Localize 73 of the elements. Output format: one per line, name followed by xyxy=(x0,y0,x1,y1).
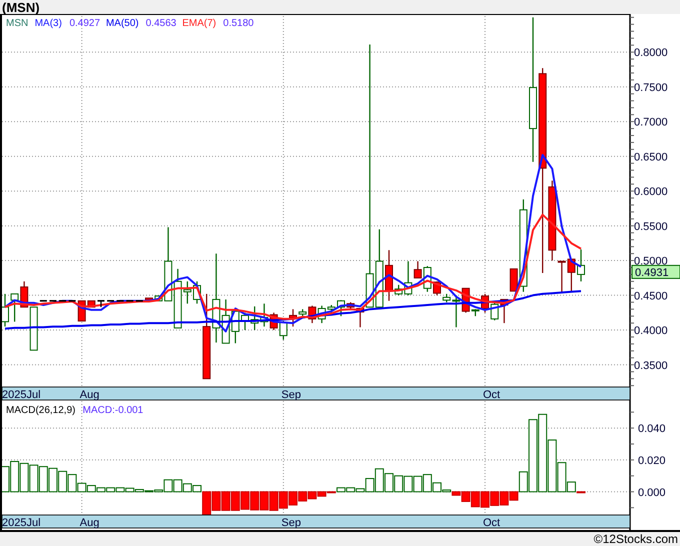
axis-label: 0.020 xyxy=(638,454,666,467)
histogram-bar xyxy=(490,491,500,506)
histogram-bar xyxy=(278,491,288,509)
candlestick xyxy=(270,312,278,330)
histogram-bar xyxy=(48,468,58,492)
legend-value: 0.5180 xyxy=(223,18,254,29)
histogram-bar xyxy=(288,491,298,506)
axis-label: 0.4500 xyxy=(634,290,668,302)
axis-label: 0.3500 xyxy=(634,360,668,372)
legend-label: MA(3) xyxy=(34,18,62,29)
histogram-bar xyxy=(173,479,182,492)
axis-label: Oct xyxy=(483,517,500,529)
candlestick xyxy=(500,298,508,324)
histogram-bar xyxy=(269,491,278,511)
legend-value: MACD:-0.001 xyxy=(82,405,144,416)
axis-label: Sep xyxy=(281,389,301,401)
histogram-bar xyxy=(10,461,20,492)
candlestick xyxy=(385,250,393,301)
axis-label: Aug xyxy=(80,389,100,401)
candlestick xyxy=(279,321,288,340)
candlestick xyxy=(481,294,489,313)
axis-label: 0.8000 xyxy=(634,47,668,60)
legend-value: 0.4563 xyxy=(146,18,176,29)
legend-label: MA(50) xyxy=(106,18,139,29)
histogram-bar xyxy=(308,491,317,500)
candlestick xyxy=(250,306,259,330)
last-price-label: 0.4931 xyxy=(632,264,680,279)
axis-label: 0.4000 xyxy=(634,325,668,338)
axis-label: 0.6000 xyxy=(634,186,668,198)
histogram-bar xyxy=(182,483,192,492)
legend-label: EMA(7) xyxy=(182,18,216,29)
histogram-bar xyxy=(38,466,48,492)
histogram-bar xyxy=(240,491,250,510)
axis-label: 2025Jul xyxy=(2,389,41,401)
axis-label: 0.6500 xyxy=(634,151,668,164)
histogram-bar xyxy=(230,491,240,511)
axis-label: Aug xyxy=(80,517,100,529)
histogram-bar xyxy=(20,462,29,492)
histogram-bar xyxy=(221,491,230,511)
histogram-bar xyxy=(250,491,260,510)
legend-value: 0.4927 xyxy=(69,18,100,29)
candlestick xyxy=(98,300,104,308)
axis-label: 0.7500 xyxy=(634,82,668,94)
histogram-bar xyxy=(212,491,221,511)
histogram-bar xyxy=(413,476,422,492)
histogram-bar xyxy=(384,473,394,492)
histogram-bar xyxy=(404,476,413,492)
candlestick xyxy=(289,309,297,327)
chart-title: (MSN) xyxy=(2,0,40,14)
axis-label: 2025Jul xyxy=(2,517,41,529)
histogram-bar xyxy=(29,464,38,492)
candlestick xyxy=(567,258,576,293)
legend-symbol: MSN xyxy=(6,18,28,29)
copyright-text: ©12Stocks.com xyxy=(594,533,678,545)
candlestick xyxy=(241,312,249,330)
legend-label: MACD(26,12,9) xyxy=(6,405,76,416)
histogram-bar xyxy=(480,491,490,508)
axis-label: 0.000 xyxy=(638,486,666,499)
axis-label: Oct xyxy=(483,389,500,401)
axis-label: 0.5500 xyxy=(634,220,668,233)
histogram-bar xyxy=(58,470,68,492)
candlestick xyxy=(577,249,585,282)
candlestick xyxy=(231,309,240,344)
candlestick xyxy=(193,281,201,304)
candlestick xyxy=(260,304,268,327)
candlestick xyxy=(337,300,345,316)
histogram-bar xyxy=(298,491,308,502)
axis-label: Sep xyxy=(281,517,301,529)
histogram-bar xyxy=(394,475,404,492)
histogram-bar xyxy=(260,491,269,510)
axis-label: 0.7000 xyxy=(634,116,668,129)
axis-label: 0.040 xyxy=(638,423,666,436)
candlestick xyxy=(10,293,19,322)
